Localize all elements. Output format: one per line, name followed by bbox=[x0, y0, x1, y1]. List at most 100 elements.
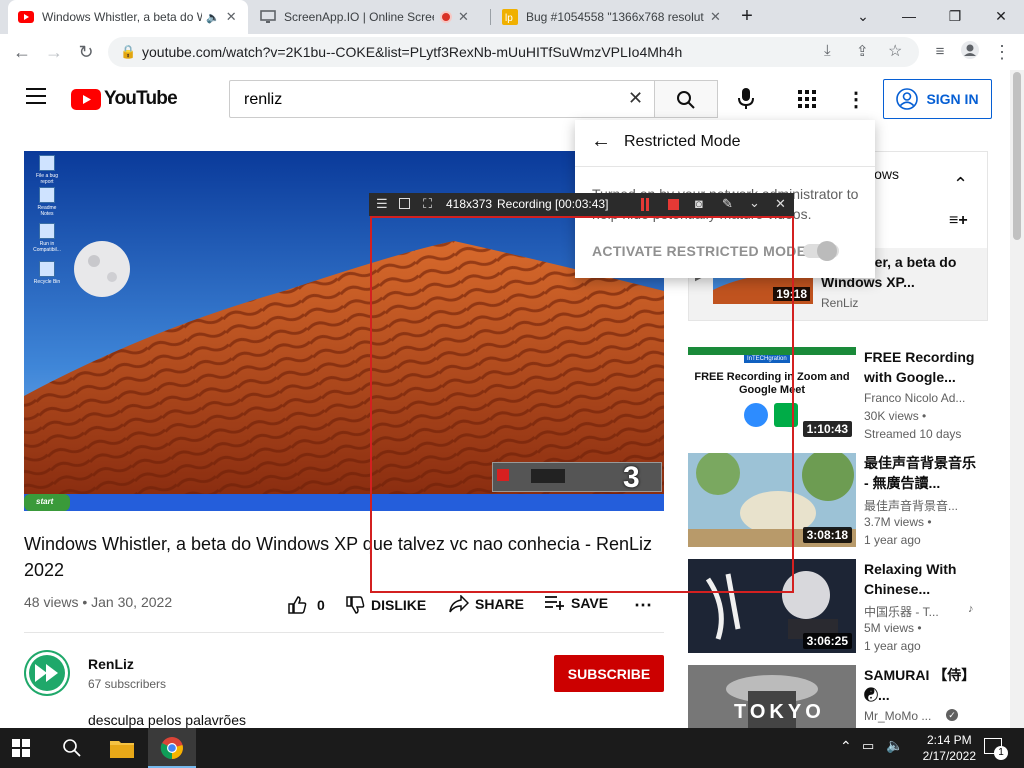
notification-icon[interactable]: 1 bbox=[984, 738, 1008, 760]
search-input[interactable] bbox=[242, 90, 626, 110]
chevron-down-icon[interactable]: ⌄ bbox=[840, 0, 886, 32]
save-label: SAVE bbox=[571, 595, 609, 611]
save-button[interactable]: SAVE bbox=[545, 595, 608, 611]
windows-start-icon[interactable] bbox=[12, 739, 30, 762]
browser-menu-icon[interactable]: ⋮ bbox=[990, 40, 1014, 64]
clear-search-icon[interactable]: ✕ bbox=[628, 88, 643, 109]
stop-icon[interactable] bbox=[668, 199, 679, 210]
recommendation-item[interactable]: TOKYO SAMURAI 【侍】☯... Mr_MoMo ... ✓ bbox=[688, 665, 988, 728]
collapse-icon[interactable]: ⌄ bbox=[749, 195, 760, 211]
tab-screenapp[interactable]: ScreenApp.IO | Online Screen Recorder ✕ bbox=[250, 0, 490, 34]
tab-launchpad-bug[interactable]: lp Bug #1054558 "1366x768 resolution" ✕ bbox=[492, 0, 732, 34]
recorder-countdown-badge: 3 bbox=[623, 461, 640, 494]
fast-forward-logo-icon bbox=[26, 652, 68, 694]
like-button[interactable]: 0 bbox=[287, 595, 325, 615]
restricted-mode-toggle[interactable] bbox=[803, 241, 839, 261]
launchpad-favicon-icon: lp bbox=[502, 9, 518, 25]
restricted-mode-label: ACTIVATE RESTRICTED MODE bbox=[592, 243, 807, 259]
scrollbar-thumb[interactable] bbox=[1013, 72, 1021, 240]
recommendation-channel: Franco Nicolo Ad... bbox=[864, 391, 966, 405]
show-hidden-icons-icon[interactable]: ⌃ bbox=[840, 738, 852, 755]
recommendation-age: 1 year ago bbox=[864, 533, 921, 547]
tab-youtube[interactable]: Windows Whistler, a beta do Windows XP 🔈… bbox=[8, 0, 248, 34]
meet-logo-icon bbox=[774, 403, 798, 427]
share-button[interactable]: SHARE bbox=[449, 595, 524, 613]
profile-icon[interactable] bbox=[958, 40, 982, 64]
forward-arrow-icon[interactable]: → bbox=[42, 40, 66, 64]
tab-close-icon[interactable]: ✕ bbox=[226, 9, 237, 25]
search-button[interactable] bbox=[655, 80, 718, 118]
recommendation-channel: 最佳声音背景音... bbox=[864, 499, 959, 513]
recorder-menu-icon[interactable]: ☰ bbox=[376, 196, 388, 212]
subscriber-count: 67 subscribers bbox=[88, 677, 167, 691]
music-note-icon: ♪ bbox=[968, 603, 974, 615]
chevron-up-icon[interactable]: ⌃ bbox=[953, 174, 968, 195]
pencil-icon[interactable]: ✎ bbox=[722, 196, 733, 212]
chrome-taskbar-button[interactable] bbox=[148, 728, 196, 768]
recommendation-item[interactable]: 3:06:25 Relaxing With Chinese... 中国乐器 - … bbox=[688, 559, 988, 655]
audio-playing-icon: 🔈 bbox=[206, 11, 220, 24]
taskbar-search-icon[interactable] bbox=[62, 738, 82, 763]
system-clock[interactable]: 2:14 PM 2/17/2022 bbox=[923, 732, 976, 764]
dislike-button[interactable]: DISLIKE bbox=[345, 595, 426, 615]
desktop-icon: Run in Compatibil... bbox=[32, 223, 62, 253]
subscribe-button[interactable]: SUBSCRIBE bbox=[554, 655, 664, 692]
close-window-button[interactable]: ✕ bbox=[978, 0, 1024, 32]
apps-grid-icon[interactable] bbox=[798, 90, 816, 113]
playlist-add-icon[interactable]: ≡+ bbox=[949, 212, 968, 230]
back-arrow-icon[interactable]: ← bbox=[591, 130, 611, 153]
logo-text: YouTube bbox=[104, 88, 178, 109]
share-icon[interactable]: ⇪ bbox=[856, 42, 869, 60]
pause-icon[interactable] bbox=[641, 198, 649, 211]
tab-title: Windows Whistler, a beta do Windows XP bbox=[42, 10, 202, 24]
bookmark-star-icon[interactable]: ☆ bbox=[888, 41, 902, 61]
recommendation-title: FREE Recording with Google... bbox=[864, 349, 975, 385]
youtube-logo[interactable]: YouTube bbox=[71, 88, 178, 110]
channel-avatar[interactable] bbox=[24, 650, 70, 696]
video-thumbnail: 3:08:18 bbox=[688, 453, 856, 547]
thumbnail-text: FREE Recording in Zoom and Google Meet bbox=[694, 371, 850, 396]
settings-menu-icon[interactable]: ⋮ bbox=[846, 87, 866, 112]
recommendation-title: Relaxing With Chinese... bbox=[864, 561, 957, 597]
channel-name[interactable]: RenLiz bbox=[88, 656, 134, 672]
reload-icon[interactable]: ↻ bbox=[74, 40, 98, 64]
popup-title: Restricted Mode bbox=[624, 133, 741, 150]
recommendation-item[interactable]: InTECHgration FREE Recording in Zoom and… bbox=[688, 347, 988, 443]
crop-icon[interactable]: ⛶ bbox=[423, 196, 432, 212]
network-icon[interactable]: ▭ bbox=[862, 738, 874, 754]
video-thumbnail: TOKYO bbox=[688, 665, 856, 728]
install-app-icon[interactable]: ⤓ bbox=[824, 42, 831, 59]
tab-close-icon[interactable]: ✕ bbox=[710, 9, 721, 25]
duration-badge: 3:08:18 bbox=[802, 527, 852, 543]
chrome-icon bbox=[160, 737, 183, 760]
recommendation-item[interactable]: 3:08:18 最佳声音背景音乐 - 無廣告讀... 最佳声音背景音... 3.… bbox=[688, 453, 988, 549]
search-box[interactable]: ✕ bbox=[229, 80, 655, 118]
new-tab-button[interactable]: + bbox=[732, 0, 762, 32]
browser-toolbar: ← → ↻ 🔒 youtube.com/watch?v=2K1bu--COKE&… bbox=[0, 34, 1024, 71]
desktop-icon: File a bug report bbox=[32, 155, 62, 185]
more-actions-icon[interactable]: ⋯ bbox=[634, 595, 652, 616]
clock-time: 2:14 PM bbox=[926, 733, 972, 747]
monitor-favicon-icon bbox=[260, 9, 276, 25]
address-bar[interactable]: 🔒 youtube.com/watch?v=2K1bu--COKE&list=P… bbox=[108, 37, 919, 67]
region-select-icon[interactable] bbox=[399, 198, 410, 209]
recorder-toolbar: ☰ ⛶ 418x373 Recording [00:03:43] ◙ ✎ ⌄ ✕ bbox=[369, 193, 794, 216]
recorder-close-icon[interactable]: ✕ bbox=[775, 196, 786, 212]
minimize-button[interactable]: — bbox=[886, 0, 932, 32]
hamburger-menu-icon[interactable] bbox=[26, 88, 46, 104]
microphone-icon[interactable] bbox=[738, 88, 754, 115]
tab-close-icon[interactable]: ✕ bbox=[458, 9, 469, 25]
page-scrollbar[interactable] bbox=[1010, 70, 1024, 728]
playlist-title-partial: lows bbox=[871, 166, 900, 182]
recording-indicator-icon bbox=[440, 11, 452, 23]
media-control-icon[interactable]: ≡ bbox=[928, 40, 952, 64]
file-explorer-icon[interactable] bbox=[110, 738, 134, 763]
sign-in-button[interactable]: SIGN IN bbox=[883, 79, 992, 119]
volume-icon[interactable]: 🔈 bbox=[886, 737, 903, 754]
camera-icon[interactable]: ◙ bbox=[695, 196, 703, 211]
maximize-button[interactable]: ❐ bbox=[932, 0, 978, 32]
dislike-label: DISLIKE bbox=[371, 597, 427, 613]
back-arrow-icon[interactable]: ← bbox=[10, 40, 34, 64]
desktop-icon: Readme Notes bbox=[32, 187, 62, 217]
recommendation-views: 5M views • bbox=[864, 621, 922, 635]
